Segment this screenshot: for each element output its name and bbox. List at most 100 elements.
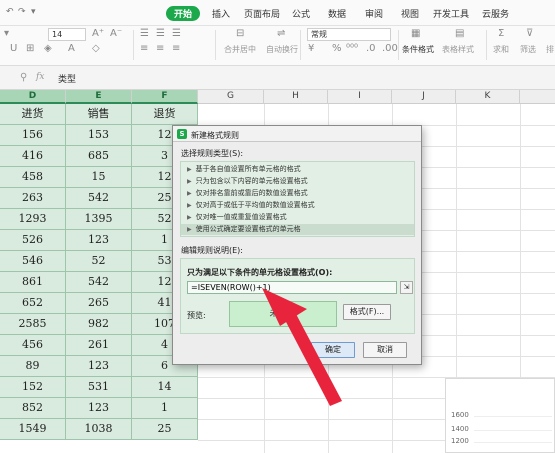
table-header-cell[interactable]: 销售 bbox=[66, 104, 132, 125]
customize-icon[interactable]: ▾ bbox=[31, 7, 36, 17]
filter-label[interactable]: 筛选 bbox=[520, 44, 536, 55]
table-cell[interactable]: 25 bbox=[132, 419, 198, 440]
table-cell[interactable]: 265 bbox=[66, 293, 132, 314]
table-cell[interactable]: 542 bbox=[66, 272, 132, 293]
column-header-f[interactable]: F bbox=[132, 90, 198, 104]
column-header-k[interactable]: K bbox=[456, 90, 520, 104]
tab-view[interactable]: 视图 bbox=[401, 7, 419, 20]
sort-label[interactable]: 排 bbox=[546, 44, 554, 55]
formula-content[interactable]: 类型 bbox=[58, 72, 76, 85]
thousands-icon[interactable]: ⁰⁰⁰ bbox=[346, 43, 358, 54]
font-grow-icon[interactable]: A⁺ bbox=[92, 28, 104, 39]
table-cell[interactable]: 153 bbox=[66, 125, 132, 146]
tab-formulas[interactable]: 公式 bbox=[292, 7, 310, 20]
table-cell[interactable]: 526 bbox=[0, 230, 66, 251]
formula-input[interactable]: =ISEVEN(ROW()+1) bbox=[187, 281, 397, 294]
sum-label[interactable]: 求和 bbox=[493, 44, 509, 55]
undo-icon[interactable]: ↶ bbox=[6, 7, 14, 17]
table-cell[interactable]: 89 bbox=[0, 356, 66, 377]
font-shrink-icon[interactable]: A⁻ bbox=[110, 28, 122, 39]
conditional-format-icon[interactable]: ▦ bbox=[411, 28, 420, 39]
column-header-g[interactable]: G bbox=[198, 90, 264, 104]
table-cell[interactable]: 156 bbox=[0, 125, 66, 146]
redo-icon[interactable]: ↷ bbox=[18, 7, 26, 17]
rule-item[interactable]: ▶ 仅对排名靠前或靠后的数值设置格式 bbox=[181, 188, 414, 199]
rule-item[interactable]: ▶ 只为包含以下内容的单元格设置格式 bbox=[181, 176, 414, 187]
table-cell[interactable]: 1038 bbox=[66, 419, 132, 440]
table-header-cell[interactable]: 退货 bbox=[132, 104, 198, 125]
cancel-button[interactable]: 取消 bbox=[363, 342, 407, 358]
bold-icon[interactable]: U bbox=[10, 43, 17, 54]
align-right-icon[interactable]: ≡ bbox=[172, 43, 180, 54]
currency-icon[interactable]: ¥ bbox=[308, 43, 314, 54]
rule-item[interactable]: ▶ 基于各自值设置所有单元格的格式 bbox=[181, 164, 414, 175]
tab-home[interactable]: 开始 bbox=[166, 6, 201, 21]
align-middle-icon[interactable]: ☰ bbox=[156, 28, 165, 39]
font-color-icon[interactable]: A bbox=[68, 43, 75, 54]
column-header-j[interactable]: J bbox=[392, 90, 456, 104]
table-cell[interactable]: 531 bbox=[66, 377, 132, 398]
rule-item-selected[interactable]: ▶ 使用公式确定要设置格式的单元格 bbox=[181, 224, 414, 235]
dialog-title-bar[interactable]: S 新建格式规则 bbox=[173, 126, 421, 142]
sum-icon[interactable]: Σ bbox=[498, 28, 504, 39]
table-cell[interactable]: 261 bbox=[66, 335, 132, 356]
table-cell[interactable]: 652 bbox=[0, 293, 66, 314]
tab-page-layout[interactable]: 页面布局 bbox=[244, 7, 280, 20]
percent-icon[interactable]: % bbox=[332, 43, 342, 54]
merge-label[interactable]: 合并居中 bbox=[224, 44, 256, 55]
table-cell[interactable]: 152 bbox=[0, 377, 66, 398]
decimal-decrease-icon[interactable]: .00 bbox=[382, 43, 398, 54]
range-select-icon[interactable]: ⇲ bbox=[400, 281, 413, 294]
align-center-icon[interactable]: ≡ bbox=[156, 43, 164, 54]
font-size-select[interactable]: 14 bbox=[48, 28, 86, 41]
filter-icon[interactable]: ⊽ bbox=[526, 28, 533, 39]
align-bottom-icon[interactable]: ☰ bbox=[172, 28, 181, 39]
chart-area[interactable]: 1600 1400 1200 bbox=[445, 378, 555, 453]
table-cell[interactable]: 263 bbox=[0, 188, 66, 209]
table-cell[interactable]: 546 bbox=[0, 251, 66, 272]
clear-format-icon[interactable]: ◇ bbox=[92, 43, 100, 54]
wrap-text-icon[interactable]: ⇌ bbox=[277, 28, 285, 39]
table-cell[interactable]: 861 bbox=[0, 272, 66, 293]
table-cell[interactable]: 123 bbox=[66, 230, 132, 251]
table-cell[interactable]: 416 bbox=[0, 146, 66, 167]
number-format-select[interactable]: 常规 bbox=[307, 28, 391, 41]
tab-review[interactable]: 审阅 bbox=[365, 7, 383, 20]
column-header-h[interactable]: H bbox=[264, 90, 328, 104]
align-top-icon[interactable]: ☰ bbox=[140, 28, 149, 39]
fill-color-icon[interactable]: ◈ bbox=[44, 43, 52, 54]
column-header-d[interactable]: D bbox=[0, 90, 66, 104]
table-cell[interactable]: 123 bbox=[66, 398, 132, 419]
rule-item[interactable]: ▶ 仅对唯一值或重复值设置格式 bbox=[181, 212, 414, 223]
table-cell[interactable]: 14 bbox=[132, 377, 198, 398]
wrap-text-label[interactable]: 自动换行 bbox=[266, 44, 298, 55]
ok-button[interactable]: 确定 bbox=[311, 342, 355, 358]
zoom-search-icon[interactable]: ⚲ bbox=[20, 72, 27, 83]
table-cell[interactable]: 458 bbox=[0, 167, 66, 188]
table-cell[interactable]: 1395 bbox=[66, 209, 132, 230]
tab-developer[interactable]: 开发工具 bbox=[433, 7, 469, 20]
table-cell[interactable]: 982 bbox=[66, 314, 132, 335]
align-left-icon[interactable]: ≡ bbox=[140, 43, 148, 54]
rule-item[interactable]: ▶ 仅对高于或低于平均值的数值设置格式 bbox=[181, 200, 414, 211]
table-cell[interactable]: 15 bbox=[66, 167, 132, 188]
table-cell[interactable]: 685 bbox=[66, 146, 132, 167]
table-style-label[interactable]: 表格样式 bbox=[442, 44, 474, 55]
table-cell[interactable]: 2585 bbox=[0, 314, 66, 335]
font-name-dropdown-icon[interactable]: ▾ bbox=[4, 28, 9, 39]
table-cell[interactable]: 1 bbox=[132, 398, 198, 419]
table-cell[interactable]: 123 bbox=[66, 356, 132, 377]
fx-icon[interactable]: fx bbox=[36, 72, 44, 82]
table-cell[interactable]: 52 bbox=[66, 251, 132, 272]
table-cell[interactable]: 1293 bbox=[0, 209, 66, 230]
format-button[interactable]: 格式(F)... bbox=[343, 304, 391, 320]
merge-icon[interactable]: ⊟ bbox=[236, 28, 244, 39]
table-cell[interactable]: 456 bbox=[0, 335, 66, 356]
table-cell[interactable]: 852 bbox=[0, 398, 66, 419]
table-cell[interactable]: 542 bbox=[66, 188, 132, 209]
border-icon[interactable]: ⊞ bbox=[26, 43, 34, 54]
table-style-icon[interactable]: ▤ bbox=[455, 28, 464, 39]
table-cell[interactable]: 1549 bbox=[0, 419, 66, 440]
column-header-e[interactable]: E bbox=[66, 90, 132, 104]
rule-type-list[interactable]: ▶ 基于各自值设置所有单元格的格式 ▶ 只为包含以下内容的单元格设置格式 ▶ 仅对排名… bbox=[180, 161, 415, 237]
